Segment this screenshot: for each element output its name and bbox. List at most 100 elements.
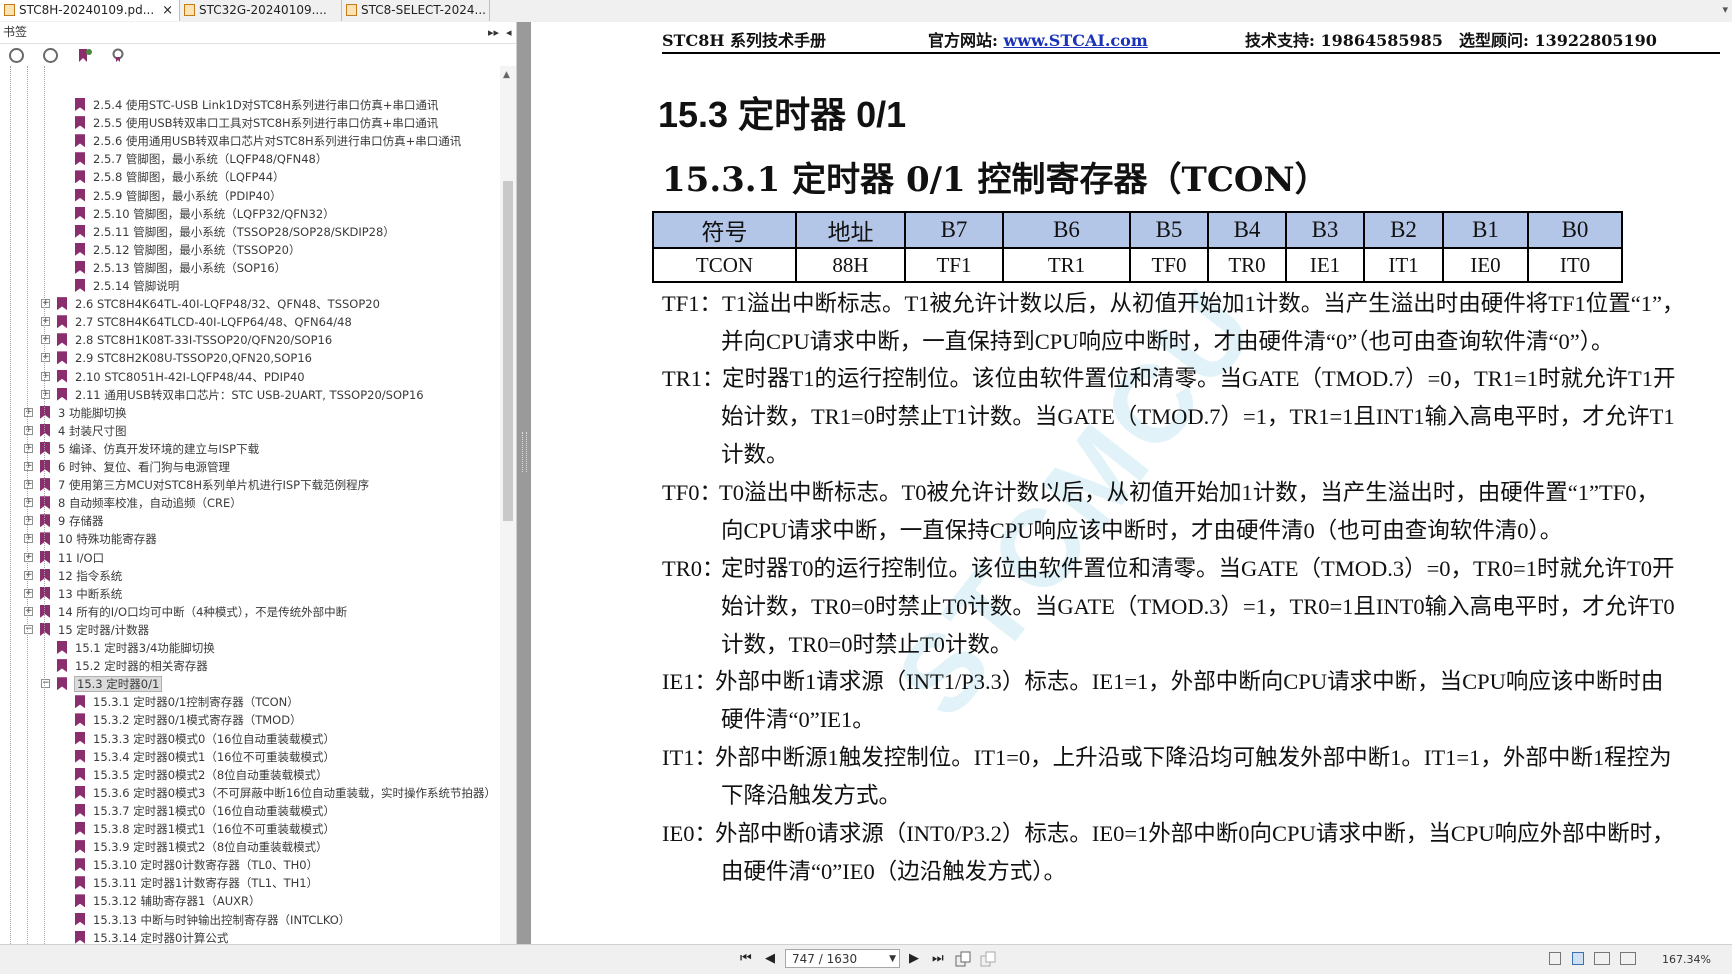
collapse-icon[interactable]: −	[41, 679, 50, 689]
bookmark-item[interactable]: +2.9 STC8H2K08U-TSSOP20,QFN20,SOP16	[41, 349, 312, 367]
expand-icon[interactable]: +	[41, 317, 50, 327]
single-page-view-icon[interactable]	[1549, 952, 1561, 965]
bookmark-item[interactable]: +6 时钟、复位、看门狗与电源管理	[24, 458, 230, 476]
bookmark-icon	[40, 568, 50, 582]
bookmark-item[interactable]: +13 中断系统	[24, 585, 122, 603]
tab-stc32g[interactable]: STC32G-20240109....	[180, 0, 342, 21]
bookmark-item[interactable]: +2.11 通用USB转双串口芯片：STC USB-2UART, TSSOP20…	[41, 386, 424, 404]
collapse-icon[interactable]: −	[24, 624, 33, 634]
bookmark-item[interactable]: 2.5.12 管脚图，最小系统（TSSOP20）	[75, 241, 300, 259]
expand-icon[interactable]: +	[24, 534, 33, 544]
scroll-up-icon[interactable]: ▲	[503, 70, 510, 80]
tab-stc8-select[interactable]: STC8-SELECT-2024...	[342, 0, 490, 21]
bookmark-item[interactable]: +14 所有的I/O口均可中断（4种模式），不是传统外部中断	[24, 603, 347, 621]
expand-icon[interactable]: +	[24, 606, 33, 616]
bookmark-item[interactable]: 2.5.9 管脚图，最小系统（PDIP40）	[75, 187, 282, 205]
panel-splitter[interactable]	[517, 22, 531, 944]
bookmark-item[interactable]: 2.5.14 管脚说明	[75, 277, 179, 295]
page-number-input[interactable]: 747 / 1630 ▼	[785, 949, 900, 968]
bookmark-item[interactable]: +4 封装尺寸图	[24, 422, 126, 440]
bookmark-item[interactable]: 2.5.8 管脚图，最小系统（LQFP44）	[75, 168, 285, 186]
zoom-level[interactable]: 167.34%	[1662, 953, 1711, 966]
bookmarks-scrollbar[interactable]: ▲ ▼	[500, 66, 516, 969]
panel-close-icon[interactable]: ◂	[506, 22, 512, 43]
expand-icon[interactable]: +	[41, 389, 50, 399]
bookmark-item[interactable]: +7 使用第三方MCU对STC8H系列单片机进行ISP下载范例程序	[24, 476, 369, 494]
bookmark-item[interactable]: 15.3.13 中断与时钟输出控制寄存器（INTCLKO）	[75, 911, 350, 929]
bookmark-item[interactable]: 2.5.4 使用STC-USB Link1D对STC8H系列进行串口仿真+串口通…	[75, 96, 439, 114]
description-line: 定时器T0的运行控制位。该位由软件置位和清零。当GATE（TMOD.3）=0，T…	[721, 556, 1675, 581]
last-page-button[interactable]: ⏭	[932, 951, 944, 966]
bookmark-item[interactable]: 15.3.4 定时器0模式1（16位不可重装载模式）	[75, 748, 335, 766]
bookmark-item[interactable]: 15.3.6 定时器0模式3（不可屏蔽中断16位自动重装载，实时操作系统节拍器）	[75, 784, 496, 802]
bookmark-item[interactable]: − 15 定时器/计数器	[24, 621, 149, 639]
collapse-all-icon[interactable]	[43, 48, 58, 63]
close-tab-icon[interactable]: ×	[162, 0, 173, 21]
rotate-view-icon[interactable]	[955, 951, 972, 967]
expand-icon[interactable]: +	[24, 498, 33, 508]
bookmark-item[interactable]: 15.3.5 定时器0模式2（8位自动重装载模式）	[75, 766, 328, 784]
bookmark-label: 9 存储器	[58, 514, 104, 529]
bookmark-item[interactable]: 15.1 定时器3/4功能脚切换	[57, 639, 215, 657]
tab-stc8h[interactable]: STC8H-20240109.pd... ×	[0, 0, 180, 21]
bookmark-item[interactable]: +2.8 STC8H1K08T-33I-TSSOP20/QFN20/SOP16	[41, 331, 332, 349]
bookmark-item[interactable]: 2.5.11 管脚图，最小系统（TSSOP28/SOP28/SKDIP28）	[75, 223, 395, 241]
expand-icon[interactable]: +	[24, 516, 33, 526]
prev-page-button[interactable]: ◀	[765, 951, 775, 966]
expand-icon[interactable]: +	[24, 443, 33, 453]
bookmark-item[interactable]: +8 自动频率校准，自动追频（CRE）	[24, 494, 242, 512]
expand-icon[interactable]: +	[24, 425, 33, 435]
bookmark-item[interactable]: 15.3.8 定时器1模式1（16位不可重装载模式）	[75, 820, 335, 838]
bookmark-item[interactable]: − 15.3 定时器0/1	[41, 675, 163, 693]
expand-icon[interactable]: +	[24, 407, 33, 417]
expand-icon[interactable]: +	[24, 480, 33, 490]
splitter-grip[interactable]	[522, 432, 527, 472]
continuous-view-icon[interactable]	[1572, 952, 1584, 965]
scroll-thumb[interactable]	[503, 181, 513, 521]
website-link[interactable]: www.STCAI.com	[1003, 31, 1147, 50]
bookmark-item[interactable]: 15.3.9 定时器1模式2（8位自动重装载模式）	[75, 838, 328, 856]
bookmark-item[interactable]: 2.5.7 管脚图，最小系统（LQFP48/QFN48）	[75, 150, 327, 168]
bookmark-find-icon[interactable]	[111, 48, 126, 63]
bookmark-item[interactable]: 2.5.6 使用通用USB转双串口芯片对STC8H系列进行串口仿真+串口通讯	[75, 132, 461, 150]
bookmark-item[interactable]: 2.5.10 管脚图，最小系统（LQFP32/QFN32）	[75, 205, 335, 223]
expand-icon[interactable]: +	[41, 371, 50, 381]
bookmark-item[interactable]: +2.10 STC8051H-42I-LQFP48/44、PDIP40	[41, 368, 305, 386]
bookmark-item[interactable]: 15.3.3 定时器0模式0（16位自动重装载模式）	[75, 730, 335, 748]
bookmark-item[interactable]: 15.3.1 定时器0/1控制寄存器（TCON）	[75, 693, 299, 711]
bookmark-label: 15.3 定时器0/1	[73, 676, 163, 693]
book-view-icon[interactable]	[1620, 952, 1636, 965]
bookmark-item[interactable]: +3 功能脚切换	[24, 404, 126, 422]
bookmark-item[interactable]: 2.5.13 管脚图，最小系统（SOP16）	[75, 259, 286, 277]
bookmark-item[interactable]: 15.3.10 定时器0计数寄存器（TL0、TH0）	[75, 856, 318, 874]
bookmark-item[interactable]: 15.2 定时器的相关寄存器	[57, 657, 208, 675]
bookmark-item[interactable]: 15.3.2 定时器0/1模式寄存器（TMOD）	[75, 711, 302, 729]
bookmark-item[interactable]: +2.6 STC8H4K64TL-40I-LQFP48/32、QFN48、TSS…	[41, 295, 380, 313]
expand-icon[interactable]: +	[24, 588, 33, 598]
bookmark-item[interactable]: +9 存储器	[24, 512, 104, 530]
bookmark-item[interactable]: 15.3.12 辅助寄存器1（AUXR）	[75, 892, 261, 910]
expand-icon[interactable]: +	[24, 462, 33, 471]
bookmark-item[interactable]: +12 指令系统	[24, 567, 122, 585]
expand-icon[interactable]: +	[41, 335, 50, 345]
panel-options-icon[interactable]: ▸▸	[488, 22, 499, 43]
next-page-button[interactable]: ▶	[909, 951, 919, 966]
chevron-down-icon[interactable]: ▼	[889, 950, 896, 969]
bookmark-item[interactable]: +5 编译、仿真开发环境的建立与ISP下载	[24, 440, 259, 458]
first-page-button[interactable]: ⏮	[740, 951, 752, 966]
bookmark-item[interactable]: +2.7 STC8H4K64TLCD-40I-LQFP64/48、QFN64/4…	[41, 313, 352, 331]
expand-icon[interactable]: +	[24, 570, 33, 580]
tab-list-dropdown-icon[interactable]: ▾	[1722, 3, 1728, 16]
bookmark-add-icon[interactable]	[77, 48, 92, 63]
bookmark-item[interactable]: 15.3.7 定时器1模式0（16位自动重装载模式）	[75, 802, 335, 820]
bookmark-item[interactable]: +11 I/O口	[24, 549, 104, 567]
expand-icon[interactable]: +	[41, 353, 50, 363]
bookmark-item[interactable]: 15.3.11 定时器1计数寄存器（TL1、TH1）	[75, 874, 318, 892]
expand-icon[interactable]: +	[41, 299, 50, 309]
bookmark-item[interactable]: +10 特殊功能寄存器	[24, 530, 157, 548]
bookmark-item[interactable]: 2.5.5 使用USB转双串口工具对STC8H系列进行串口仿真+串口通讯	[75, 114, 438, 132]
facing-view-icon[interactable]	[1594, 952, 1610, 965]
expand-icon[interactable]: +	[24, 552, 33, 562]
expand-all-icon[interactable]	[9, 48, 24, 63]
copy-view-icon[interactable]	[980, 951, 997, 967]
